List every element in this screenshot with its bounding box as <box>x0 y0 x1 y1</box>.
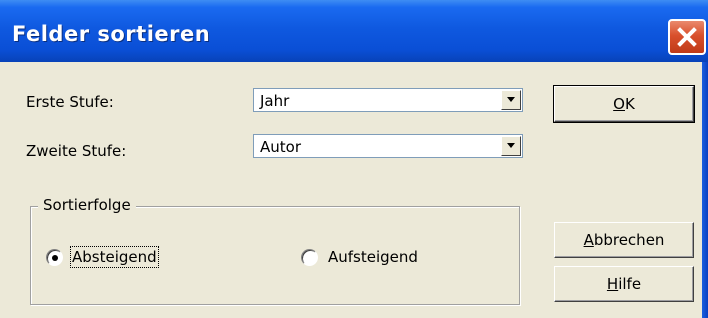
sort-order-group-label: Sortierfolge <box>38 196 136 214</box>
ok-mnemonic: O <box>613 95 625 113</box>
descending-radio[interactable] <box>46 249 63 266</box>
second-level-dropdown-button[interactable] <box>501 136 521 156</box>
ascending-radio[interactable] <box>301 249 318 266</box>
help-button[interactable]: Hilfe <box>554 266 694 302</box>
chevron-down-icon <box>507 143 515 148</box>
first-level-dropdown-button[interactable] <box>501 90 521 110</box>
second-level-label: Zweite Stufe: <box>26 142 127 160</box>
ascending-label[interactable]: Aufsteigend <box>328 248 418 266</box>
second-level-value: Autor <box>260 138 301 156</box>
sort-fields-dialog: Felder sortieren Erste Stufe: Jahr Zweit… <box>0 0 708 318</box>
chevron-down-icon <box>507 97 515 102</box>
help-label-rest: ilfe <box>618 275 642 293</box>
ok-label-rest: K <box>624 95 635 113</box>
first-level-value: Jahr <box>260 92 290 110</box>
close-button[interactable] <box>668 19 706 55</box>
first-level-label: Erste Stufe: <box>26 93 114 111</box>
dialog-title: Felder sortieren <box>12 22 211 46</box>
descending-label[interactable]: Absteigend <box>70 246 159 268</box>
help-mnemonic: H <box>606 275 619 293</box>
cancel-label-rest: bbrechen <box>593 231 665 249</box>
close-icon <box>677 27 697 47</box>
window-border <box>702 62 708 318</box>
first-level-select[interactable]: Jahr <box>253 88 523 112</box>
title-bar[interactable]: Felder sortieren <box>0 0 708 62</box>
cancel-button[interactable]: Abbrechen <box>554 222 694 258</box>
radio-selected-dot <box>52 255 58 261</box>
second-level-select[interactable]: Autor <box>253 134 523 158</box>
ok-button[interactable]: OK <box>553 85 695 123</box>
cancel-mnemonic: A <box>583 231 594 249</box>
